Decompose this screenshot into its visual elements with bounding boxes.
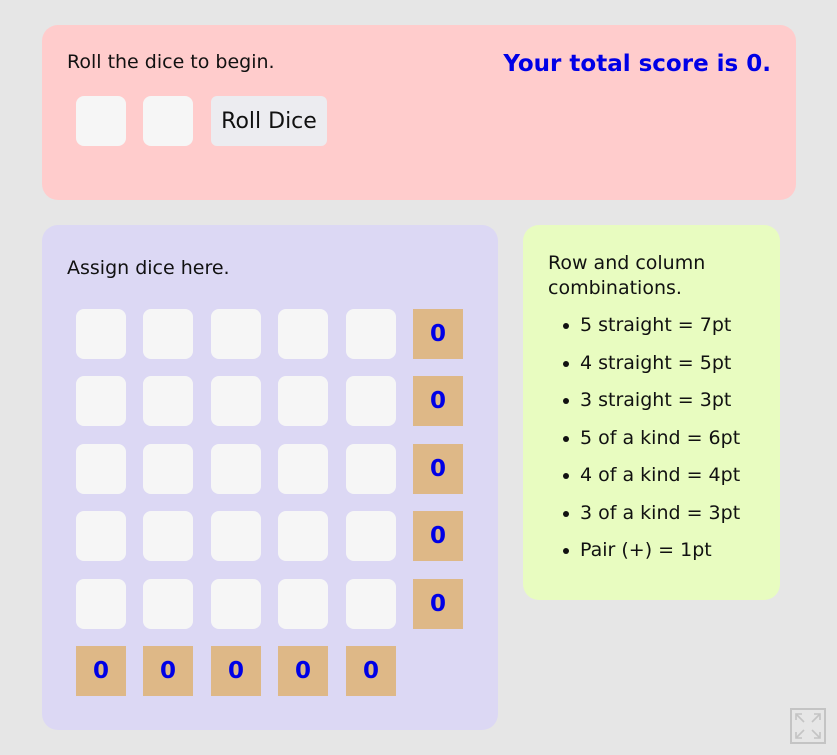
rule-item: 4 of a kind = 4pt — [548, 461, 740, 499]
grid-cell[interactable] — [143, 511, 193, 561]
dice-roll-panel: Roll the dice to begin. Your total score… — [42, 25, 796, 200]
grid-cell[interactable] — [76, 511, 126, 561]
rules-panel: Row and column combinations. 5 straight … — [523, 225, 780, 600]
total-score: Your total score is 0. — [503, 51, 771, 77]
rolled-die-2[interactable] — [143, 96, 193, 146]
fullscreen-icon — [795, 713, 821, 739]
grid-cell[interactable] — [211, 376, 261, 426]
rule-item: 5 straight = 7pt — [548, 311, 740, 349]
grid-cell[interactable] — [346, 376, 396, 426]
rules-title: Row and column combinations. — [548, 252, 706, 299]
assign-label: Assign dice here. — [67, 257, 230, 279]
grid-cell[interactable] — [211, 309, 261, 359]
grid-cell[interactable] — [211, 444, 261, 494]
column-score-5: 0 — [346, 646, 396, 696]
grid-cell[interactable] — [346, 309, 396, 359]
row-score-3: 0 — [413, 444, 463, 494]
column-score-3: 0 — [211, 646, 261, 696]
rule-item: 5 of a kind = 6pt — [548, 424, 740, 462]
grid-cell[interactable] — [278, 444, 328, 494]
grid-cell[interactable] — [143, 309, 193, 359]
rule-item: 4 straight = 5pt — [548, 349, 740, 387]
column-score-1: 0 — [76, 646, 126, 696]
grid-cell[interactable] — [143, 376, 193, 426]
grid-cell[interactable] — [76, 579, 126, 629]
row-score-1: 0 — [413, 309, 463, 359]
assignment-grid-panel: Assign dice here. 0 0 0 0 0 0 0 0 0 0 — [42, 225, 498, 730]
fullscreen-button[interactable] — [790, 708, 826, 744]
grid-cell[interactable] — [278, 376, 328, 426]
grid-cell[interactable] — [278, 511, 328, 561]
grid-cell[interactable] — [278, 309, 328, 359]
grid-cell[interactable] — [76, 376, 126, 426]
roll-dice-button[interactable]: Roll Dice — [211, 96, 327, 146]
grid-cell[interactable] — [346, 579, 396, 629]
rule-item: 3 of a kind = 3pt — [548, 499, 740, 537]
grid-cell[interactable] — [346, 444, 396, 494]
column-score-2: 0 — [143, 646, 193, 696]
rule-item: Pair (+) = 1pt — [548, 536, 740, 574]
rules-list: 5 straight = 7pt 4 straight = 5pt 3 stra… — [548, 311, 740, 574]
grid-cell[interactable] — [211, 511, 261, 561]
grid-cell[interactable] — [143, 579, 193, 629]
grid-cell[interactable] — [278, 579, 328, 629]
grid-cell[interactable] — [346, 511, 396, 561]
row-score-4: 0 — [413, 511, 463, 561]
grid-cell[interactable] — [143, 444, 193, 494]
grid-cell[interactable] — [76, 309, 126, 359]
rolled-die-1[interactable] — [76, 96, 126, 146]
column-score-4: 0 — [278, 646, 328, 696]
roll-message: Roll the dice to begin. — [67, 51, 275, 73]
row-score-5: 0 — [413, 579, 463, 629]
row-score-2: 0 — [413, 376, 463, 426]
grid-cell[interactable] — [211, 579, 261, 629]
grid-cell[interactable] — [76, 444, 126, 494]
rule-item: 3 straight = 3pt — [548, 386, 740, 424]
